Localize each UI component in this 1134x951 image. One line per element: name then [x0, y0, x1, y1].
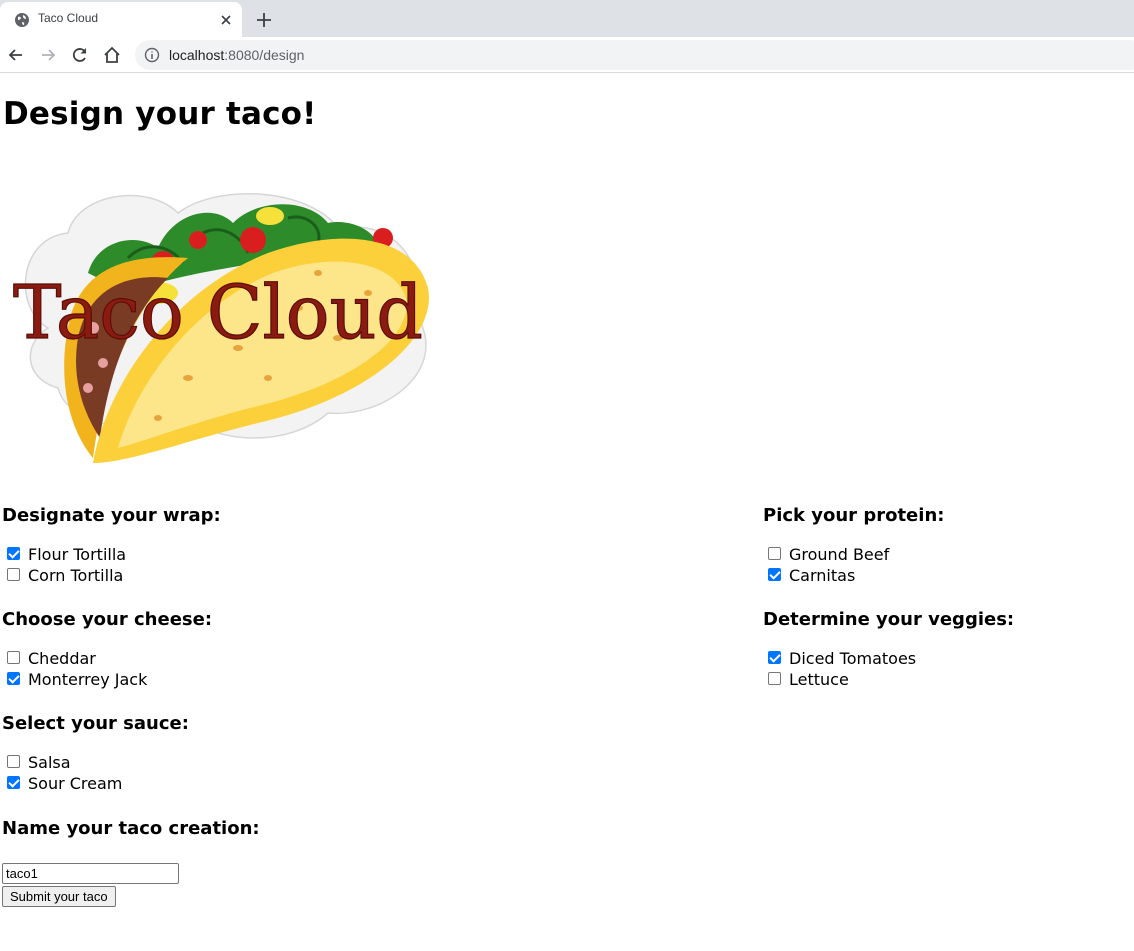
sauce-option-sour-cream[interactable]: Sour Cream: [2, 773, 402, 794]
protein-heading: Pick your protein:: [763, 505, 945, 526]
address-bar[interactable]: localhost:8080/design: [135, 40, 1134, 70]
cheese-option-monterrey-jack[interactable]: Monterrey Jack: [2, 669, 402, 690]
wrap-option-corn-tortilla[interactable]: Corn Tortilla: [2, 565, 402, 586]
close-icon[interactable]: [218, 12, 234, 28]
taco-name-input[interactable]: [2, 863, 179, 884]
checkbox[interactable]: [7, 755, 20, 768]
page-title: Design your taco!: [3, 96, 317, 132]
page-content: Design your taco! Taco Cloud Designate y…: [0, 74, 1134, 951]
checkbox[interactable]: [768, 651, 781, 664]
wrap-option-flour-tortilla[interactable]: Flour Tortilla: [2, 544, 402, 565]
option-label: Sour Cream: [28, 774, 123, 793]
cheese-option-cheddar[interactable]: Cheddar: [2, 648, 402, 669]
protein-group: Pick your protein: Ground Beef Carnitas: [763, 504, 1123, 586]
forward-arrow-icon[interactable]: [38, 45, 58, 65]
sauce-group: Select your sauce: Salsa Sour Cream: [2, 712, 402, 794]
cheese-group: Choose your cheese: Cheddar Monterrey Ja…: [2, 608, 402, 690]
name-heading: Name your taco creation:: [2, 818, 260, 839]
wrap-heading: Designate your wrap:: [2, 505, 221, 526]
veggies-option-lettuce[interactable]: Lettuce: [763, 669, 1123, 690]
option-label: Carnitas: [789, 566, 856, 585]
protein-option-carnitas[interactable]: Carnitas: [763, 565, 1123, 586]
option-label: Ground Beef: [789, 545, 890, 564]
globe-icon: [15, 13, 29, 27]
checkbox[interactable]: [768, 568, 781, 581]
taco-cloud-logo: Taco Cloud: [12, 192, 429, 463]
sauce-option-salsa[interactable]: Salsa: [2, 752, 402, 773]
veggies-heading: Determine your veggies:: [763, 609, 1015, 630]
option-label: Flour Tortilla: [28, 545, 127, 564]
checkbox[interactable]: [768, 547, 781, 560]
checkbox[interactable]: [7, 776, 20, 789]
home-icon[interactable]: [102, 45, 122, 65]
option-label: Cheddar: [28, 649, 96, 668]
tab-strip: Taco Cloud: [0, 0, 1134, 37]
url-path: :8080/design: [224, 47, 305, 63]
back-arrow-icon[interactable]: [6, 45, 26, 65]
protein-option-ground-beef[interactable]: Ground Beef: [763, 544, 1123, 565]
checkbox[interactable]: [7, 672, 20, 685]
logo-text: Taco Cloud: [13, 270, 423, 356]
sauce-heading: Select your sauce:: [2, 713, 189, 734]
new-tab-icon[interactable]: [255, 11, 273, 29]
option-label: Corn Tortilla: [28, 566, 124, 585]
browser-tab[interactable]: Taco Cloud: [0, 2, 242, 37]
option-label: Monterrey Jack: [28, 670, 148, 689]
info-icon[interactable]: [144, 47, 160, 63]
option-label: Diced Tomatoes: [789, 649, 917, 668]
reload-icon[interactable]: [70, 45, 90, 65]
veggies-option-diced-tomatoes[interactable]: Diced Tomatoes: [763, 648, 1123, 669]
veggies-group: Determine your veggies: Diced Tomatoes L…: [763, 608, 1123, 690]
cheese-heading: Choose your cheese:: [2, 609, 213, 630]
checkbox[interactable]: [768, 672, 781, 685]
browser-toolbar: localhost:8080/design: [0, 37, 1134, 73]
submit-taco-button[interactable]: Submit your taco: [2, 886, 116, 907]
checkbox[interactable]: [7, 651, 20, 664]
checkbox[interactable]: [7, 547, 20, 560]
url-host: localhost: [169, 47, 225, 63]
checkbox[interactable]: [7, 568, 20, 581]
name-group: Name your taco creation:: [2, 817, 402, 857]
tab-title: Taco Cloud: [38, 11, 99, 25]
wrap-group: Designate your wrap: Flour Tortilla Corn…: [2, 504, 402, 586]
option-label: Lettuce: [789, 670, 849, 689]
url-text: localhost:8080/design: [169, 47, 304, 63]
option-label: Salsa: [28, 753, 71, 772]
